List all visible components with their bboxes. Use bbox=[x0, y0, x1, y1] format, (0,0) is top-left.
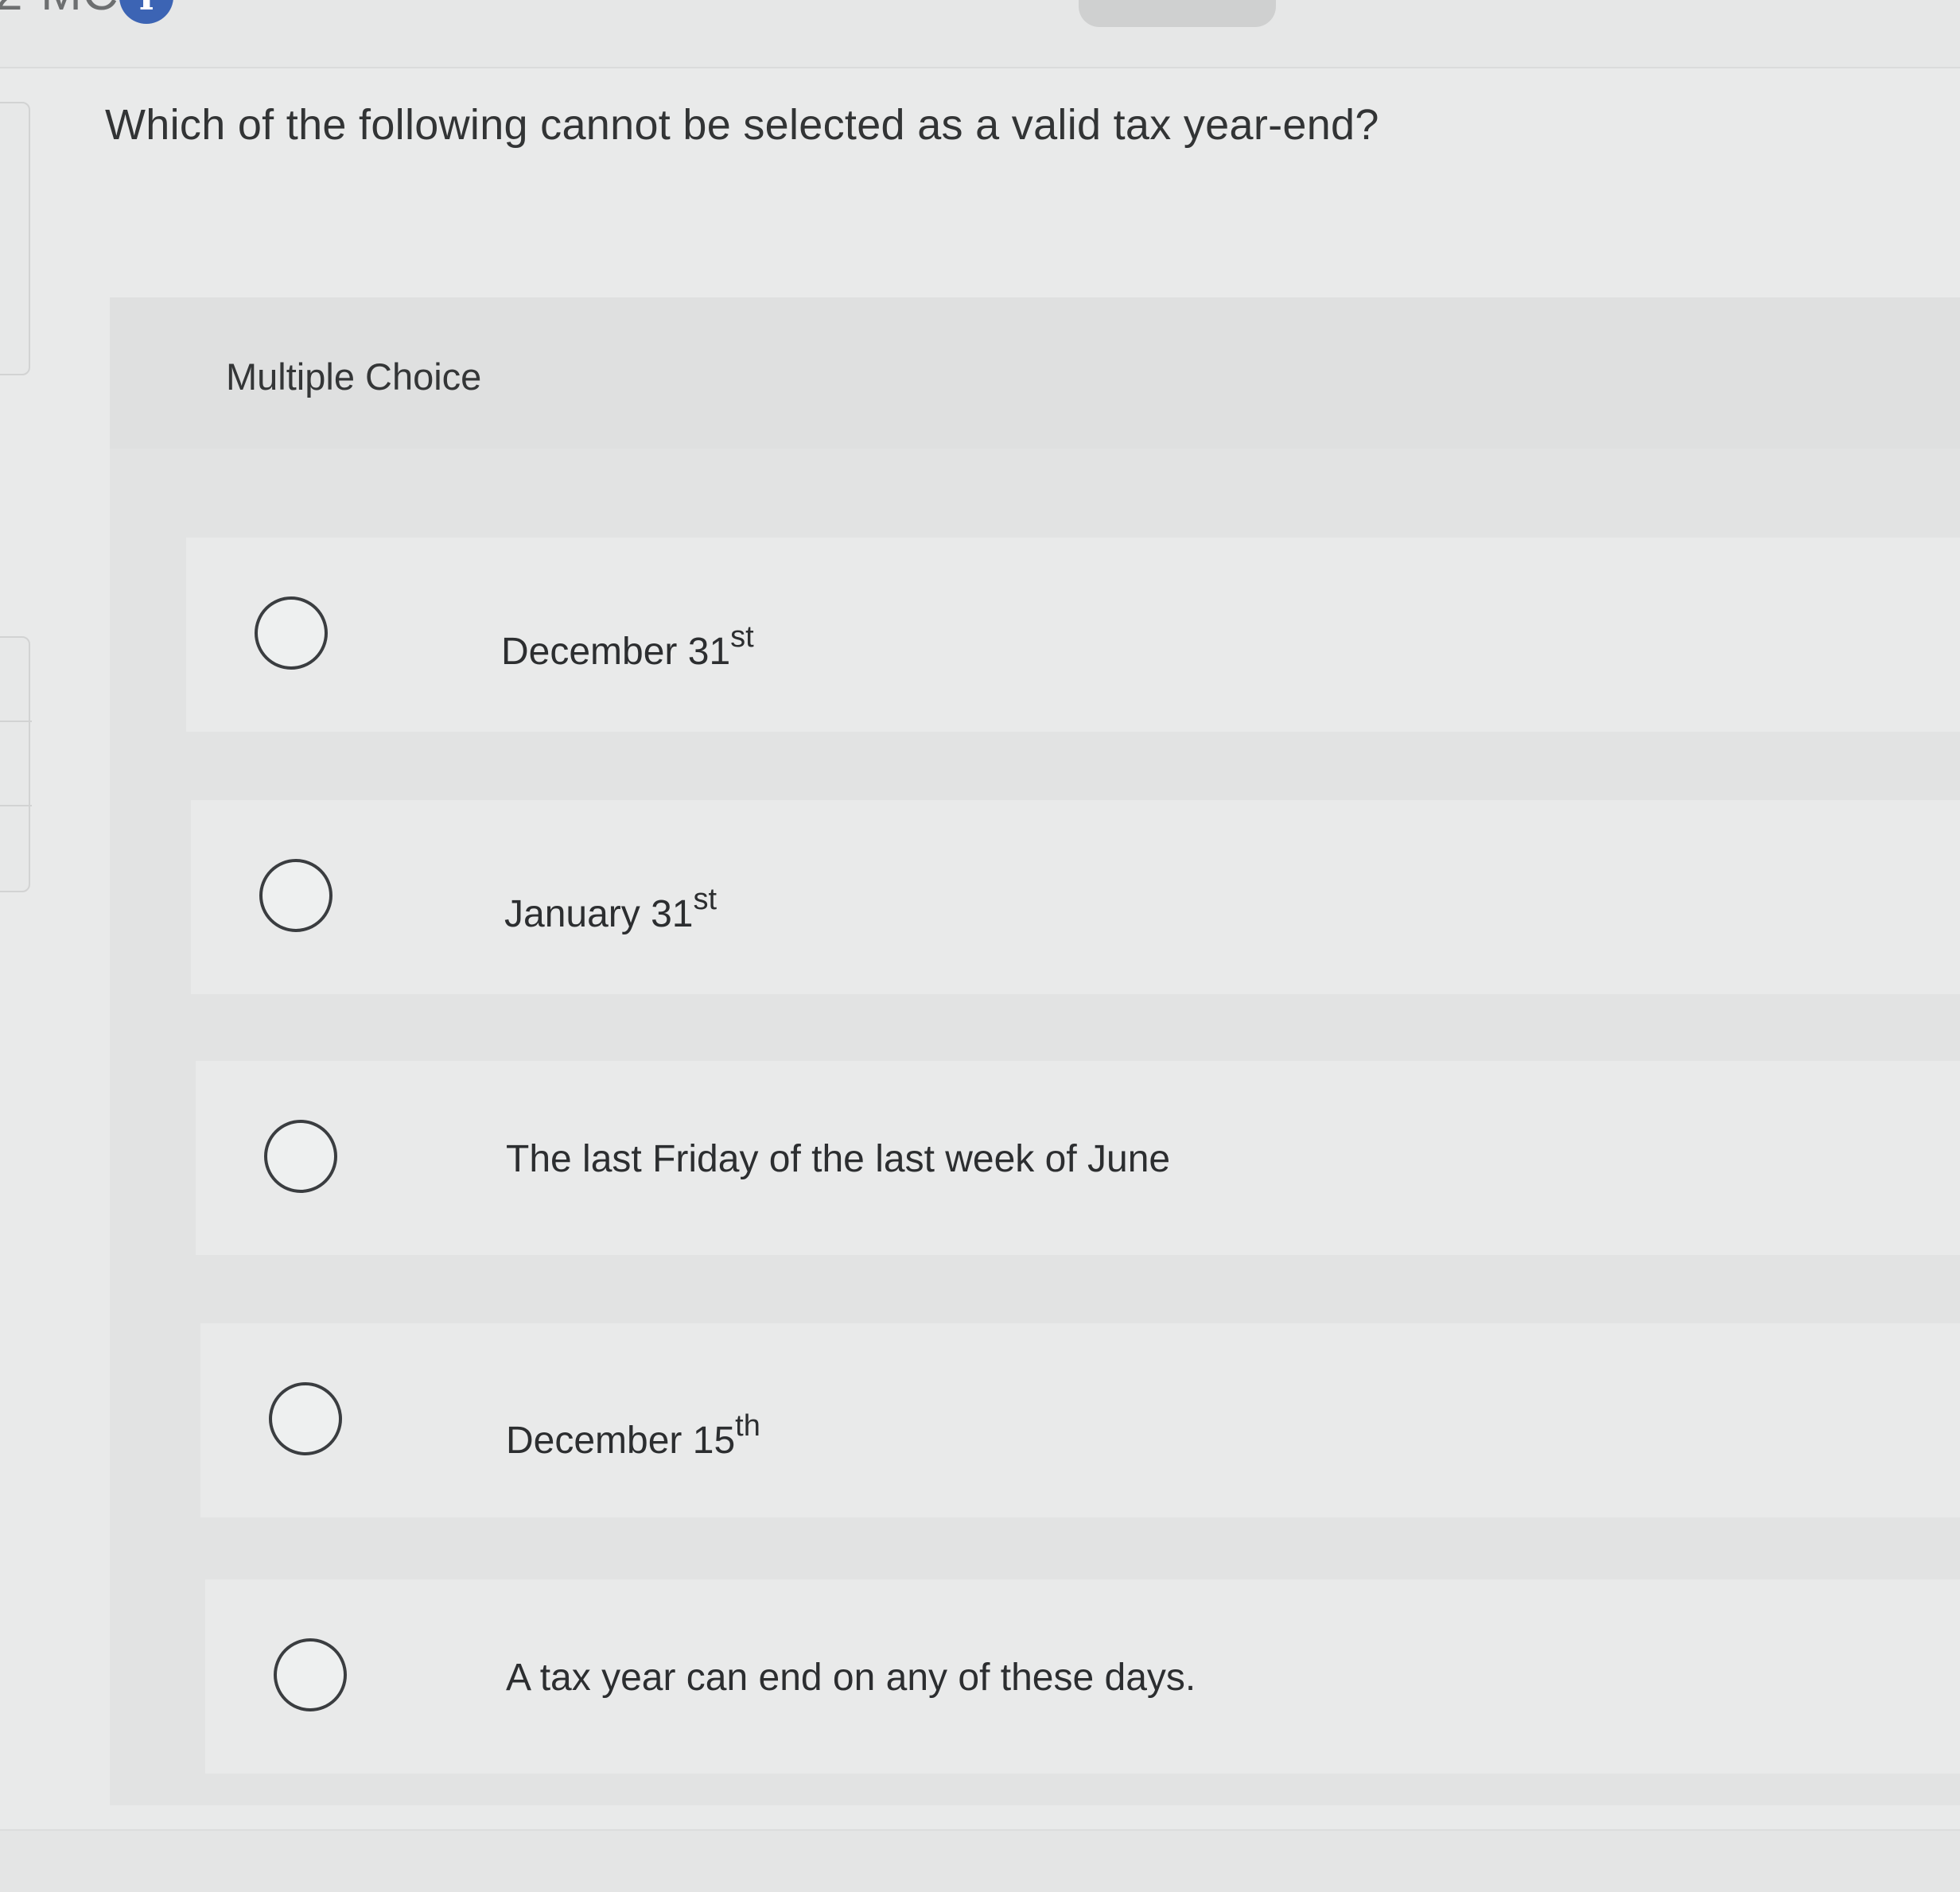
answer-option-1[interactable]: December 31st bbox=[186, 538, 1960, 732]
bottom-bar bbox=[0, 1829, 1960, 1892]
answer-option-label: December 31st bbox=[501, 620, 754, 673]
answer-option-4[interactable]: December 15th bbox=[200, 1323, 1960, 1517]
ordinal-suffix: st bbox=[693, 883, 718, 916]
question-text: Which of the following cannot be selecte… bbox=[105, 101, 1379, 149]
radio-button-icon[interactable] bbox=[269, 1382, 342, 1455]
top-bar: 2-MC i bbox=[0, 0, 1960, 68]
side-panel-divider bbox=[0, 805, 32, 806]
info-circle-icon[interactable]: i bbox=[119, 0, 173, 24]
answer-option-label: January 31st bbox=[504, 883, 718, 935]
answer-option-label: The last Friday of the last week of June bbox=[506, 1138, 1171, 1180]
multiple-choice-label: Multiple Choice bbox=[226, 355, 482, 398]
radio-button-icon[interactable] bbox=[259, 859, 332, 932]
ordinal-suffix: st bbox=[730, 620, 754, 654]
question-id-label: 2-MC bbox=[0, 0, 119, 21]
answer-option-5[interactable]: A tax year can end on any of these days. bbox=[205, 1579, 1960, 1774]
radio-button-icon[interactable] bbox=[274, 1638, 347, 1711]
answer-option-2[interactable]: January 31st bbox=[191, 800, 1960, 994]
multiple-choice-header: Multiple Choice bbox=[110, 297, 1960, 449]
radio-button-icon[interactable] bbox=[264, 1120, 337, 1193]
answer-option-label: December 15th bbox=[506, 1409, 760, 1462]
answer-option-3[interactable]: The last Friday of the last week of June bbox=[196, 1061, 1960, 1255]
answer-option-label: A tax year can end on any of these days. bbox=[506, 1657, 1196, 1699]
side-panel-tab[interactable] bbox=[0, 102, 30, 375]
ordinal-suffix: th bbox=[735, 1409, 760, 1443]
radio-button-icon[interactable] bbox=[255, 596, 328, 670]
side-panel-tab-lower[interactable] bbox=[0, 636, 30, 892]
side-panel-divider bbox=[0, 721, 32, 722]
multiple-choice-panel: Multiple Choice December 31st January 31… bbox=[110, 297, 1960, 1805]
top-action-button[interactable] bbox=[1079, 0, 1276, 27]
